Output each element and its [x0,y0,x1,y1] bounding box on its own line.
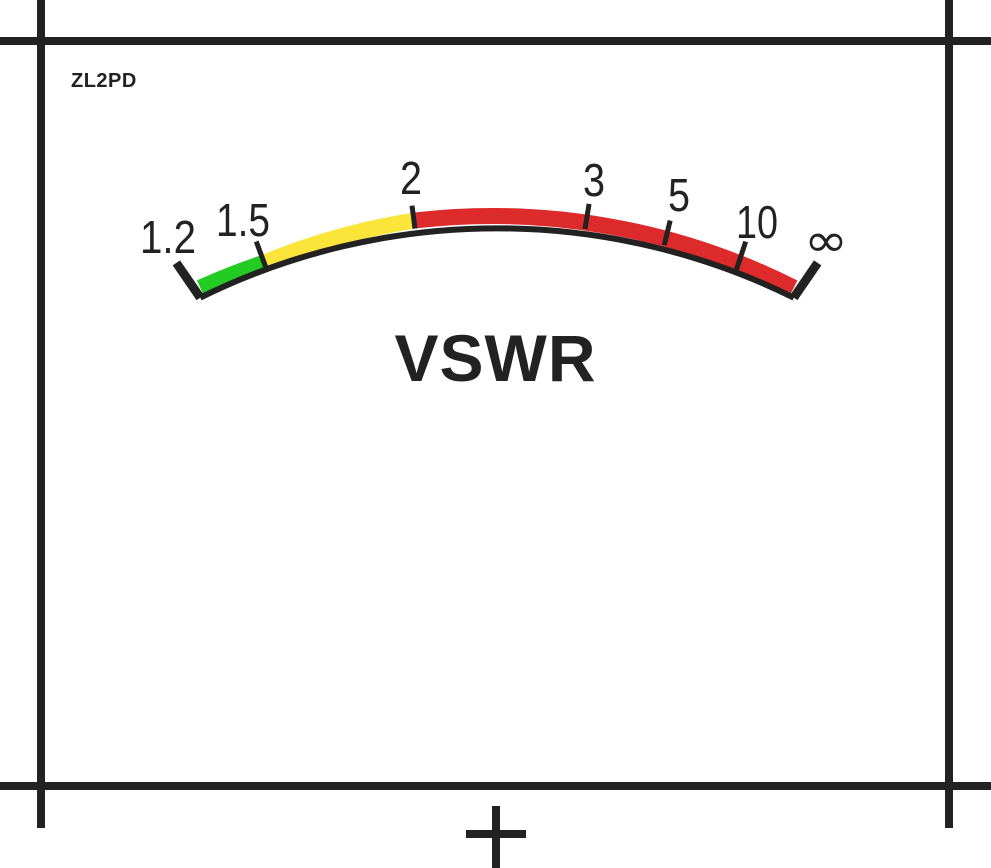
zone-yellow [261,212,416,270]
tick-end [790,260,822,301]
frame-lines [0,0,991,828]
tick-start [172,260,204,301]
scale-label-3: 3 [583,154,605,206]
author-label: ZL2PD [71,70,137,92]
scale-arc [198,225,796,301]
meter-title: VSWR [394,321,597,395]
scale-label-2: 2 [400,152,422,204]
scale-label-10: 10 [736,196,778,248]
scale-label-5: 5 [668,169,690,221]
center-cross-mark [466,806,526,868]
tick-2 [409,205,418,229]
meter-face: 1.2 1.5 2 3 5 10 ∞ [0,0,991,868]
scale-label-1-5: 1.5 [216,194,270,246]
scale-label-1-2: 1.2 [140,211,196,263]
scale-label-infinity: ∞ [804,213,848,267]
